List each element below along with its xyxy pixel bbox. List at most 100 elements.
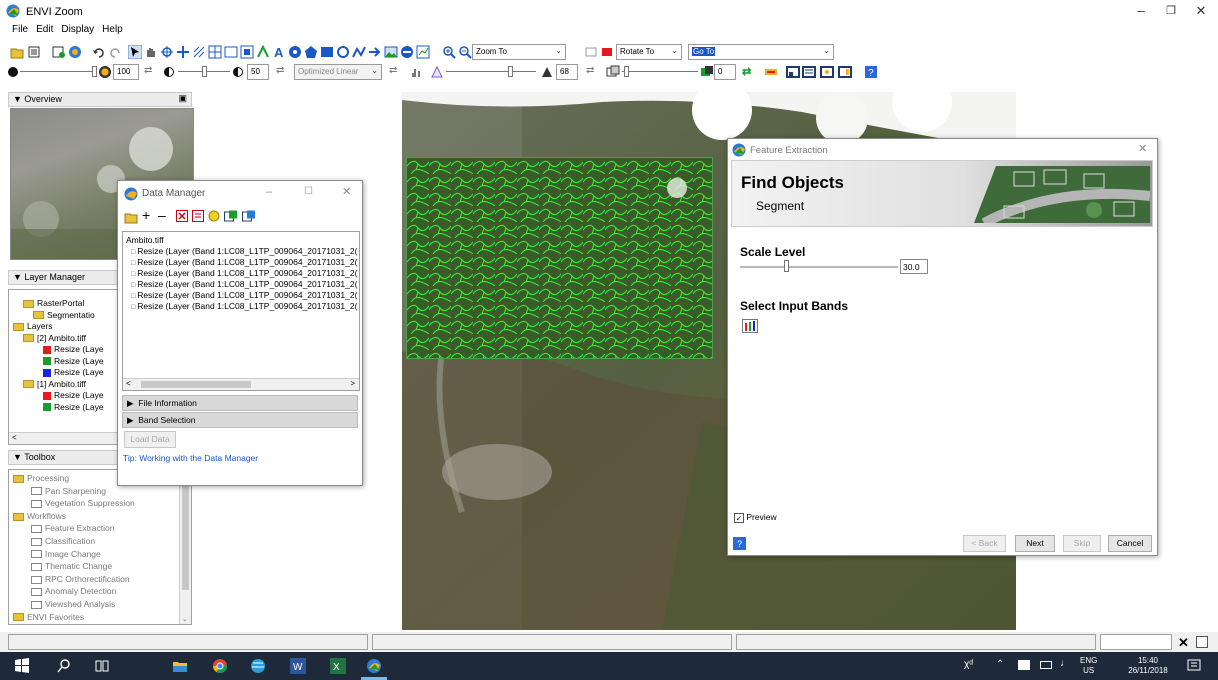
- scrollbar-thumb[interactable]: [182, 480, 189, 590]
- reset-brightness-icon[interactable]: ⇄: [144, 65, 158, 79]
- contrast-slider-thumb[interactable]: [202, 66, 207, 77]
- print-icon[interactable]: [802, 65, 816, 79]
- segmentation-portal[interactable]: [406, 157, 713, 359]
- people-icon[interactable]: χᵈ: [964, 659, 973, 670]
- load-new-icon[interactable]: [242, 210, 256, 222]
- picture-icon[interactable]: [384, 45, 398, 59]
- pin-icon[interactable]: ▣: [178, 93, 187, 104]
- close-file-icon[interactable]: [176, 210, 188, 222]
- blend-icon[interactable]: [224, 45, 238, 59]
- contrast-value-field[interactable]: 50: [247, 64, 269, 80]
- word-icon[interactable]: W: [290, 658, 306, 674]
- fe-close-button[interactable]: ✕: [1138, 142, 1147, 155]
- scrollbar-thumb[interactable]: [141, 381, 251, 388]
- expand-all-icon[interactable]: +: [142, 207, 150, 223]
- select-arrow-icon[interactable]: [128, 45, 142, 59]
- skip-button[interactable]: Skip: [1063, 535, 1101, 552]
- vector-edit-icon[interactable]: [256, 45, 270, 59]
- layer-tree-item[interactable]: Resize (Laye: [43, 356, 104, 367]
- layer-tree-item[interactable]: RasterPortal: [23, 298, 84, 309]
- zoom-to-combo[interactable]: Zoom To ⌄: [472, 44, 566, 60]
- toolbox-item[interactable]: Anomaly Detection: [31, 586, 116, 597]
- dm-band-item[interactable]: □ Resize (Layer (Band 1:LC08_L1TP_009064…: [131, 246, 357, 256]
- help-icon[interactable]: ?: [864, 65, 878, 79]
- search-icon[interactable]: [56, 658, 72, 674]
- export-icon[interactable]: [786, 65, 800, 79]
- scale-level-value-field[interactable]: 30.0: [900, 259, 928, 274]
- task-view-icon[interactable]: [94, 658, 110, 674]
- toolbox-item[interactable]: Viewshed Analysis: [31, 599, 115, 610]
- windows-start-icon[interactable]: [14, 658, 30, 674]
- zoom-in-icon[interactable]: [442, 45, 456, 59]
- sharpen-slider-thumb[interactable]: [508, 66, 513, 77]
- dm-band-item[interactable]: □ Resize (Layer (Band 1:LC08_L1TP_009064…: [131, 257, 357, 267]
- help-icon[interactable]: ?: [733, 537, 746, 550]
- pan-hand-icon[interactable]: [144, 45, 158, 59]
- clock[interactable]: 15:40 26/11/2018: [1120, 656, 1176, 676]
- globe-icon[interactable]: [68, 45, 82, 59]
- cursor-value-icon[interactable]: [176, 45, 190, 59]
- sharpen-value-field[interactable]: 68: [556, 64, 578, 80]
- language-indicator[interactable]: ENG US: [1080, 656, 1097, 676]
- load-data-button[interactable]: Load Data: [124, 431, 176, 448]
- overview-header[interactable]: ▼ Overview ▣: [8, 92, 192, 107]
- rotate-to-combo[interactable]: Rotate To ⌄: [616, 44, 682, 60]
- notifications-icon[interactable]: [1186, 658, 1202, 674]
- layer-tree-item[interactable]: Resize (Laye: [43, 344, 104, 355]
- symbol-icon[interactable]: [288, 45, 302, 59]
- minimize-button[interactable]: –: [1126, 2, 1156, 20]
- excel-icon[interactable]: X: [330, 658, 346, 674]
- select-bands-icon[interactable]: [742, 319, 758, 333]
- sharpen-icon[interactable]: [430, 65, 444, 79]
- layer-tree-item[interactable]: Resize (Laye: [43, 390, 104, 401]
- chrome-icon[interactable]: [212, 658, 228, 674]
- close-all-icon[interactable]: [192, 210, 204, 222]
- battery-icon[interactable]: [1040, 661, 1052, 669]
- brightness-slider[interactable]: [20, 71, 94, 72]
- toolbox-item[interactable]: Processing: [13, 473, 69, 484]
- histogram-icon[interactable]: [410, 65, 424, 79]
- pin-icon[interactable]: [208, 210, 220, 222]
- stretch-type-combo[interactable]: Optimized Linear ⌄: [294, 64, 382, 80]
- flicker-icon[interactable]: [208, 45, 222, 59]
- layer-tree-item[interactable]: [2] Ambito.tiff: [23, 333, 86, 344]
- dm-band-item[interactable]: □ Resize (Layer (Band 1:LC08_L1TP_009064…: [131, 290, 357, 300]
- refresh-icon[interactable]: ⇄: [742, 65, 756, 79]
- toolbox-item[interactable]: Image Change: [31, 549, 101, 560]
- scale-level-slider-thumb[interactable]: [784, 260, 790, 272]
- menu-file[interactable]: File: [8, 22, 32, 37]
- layer-tree-item[interactable]: Segmentatio: [33, 310, 95, 321]
- dm-minimize-button[interactable]: –: [266, 186, 272, 198]
- brightness-value-field[interactable]: 100: [113, 64, 139, 80]
- rectangle-icon[interactable]: [320, 45, 334, 59]
- chevron-up-icon[interactable]: ⌃: [996, 659, 1004, 670]
- ellipse-icon[interactable]: [336, 45, 350, 59]
- close-button[interactable]: ✕: [1186, 2, 1216, 20]
- preview-checkbox[interactable]: ✓ Preview: [734, 512, 777, 523]
- layer-tree-item[interactable]: [1] Ambito.tiff: [23, 379, 86, 390]
- toolbox-item[interactable]: Thematic Change: [31, 561, 112, 572]
- swipe-icon[interactable]: [192, 45, 206, 59]
- toolbox-item[interactable]: ENVI Favorites: [13, 612, 84, 623]
- status-close-icon[interactable]: ✕: [1178, 635, 1189, 651]
- crosshair-icon[interactable]: [160, 45, 174, 59]
- transparency-slider-thumb[interactable]: [624, 66, 629, 77]
- vertical-scrollbar[interactable]: ⌄: [179, 470, 191, 624]
- next-button[interactable]: Next: [1015, 535, 1055, 552]
- redo-icon[interactable]: [108, 45, 122, 59]
- toolbox-item[interactable]: Vegetation Suppression: [31, 498, 135, 509]
- menu-edit[interactable]: Edit: [32, 22, 57, 37]
- layer-icon[interactable]: [52, 45, 66, 59]
- toolbox-item[interactable]: Classification: [31, 536, 95, 547]
- portal-icon[interactable]: [240, 45, 254, 59]
- reset-contrast-icon[interactable]: ⇄: [276, 65, 290, 79]
- open-file-icon[interactable]: [124, 210, 138, 224]
- layer-tree-item[interactable]: Layers: [13, 321, 53, 332]
- maximize-button[interactable]: ❐: [1156, 2, 1186, 20]
- data-manager-tip-link[interactable]: Tip: Working with the Data Manager: [123, 453, 258, 463]
- data-manager-icon[interactable]: [27, 45, 41, 59]
- menu-help[interactable]: Help: [98, 22, 127, 37]
- scroll-down-icon[interactable]: ⌄: [182, 615, 188, 623]
- toolbox-item[interactable]: RPC Orthorectification: [31, 574, 130, 585]
- layout-icon[interactable]: [820, 65, 834, 79]
